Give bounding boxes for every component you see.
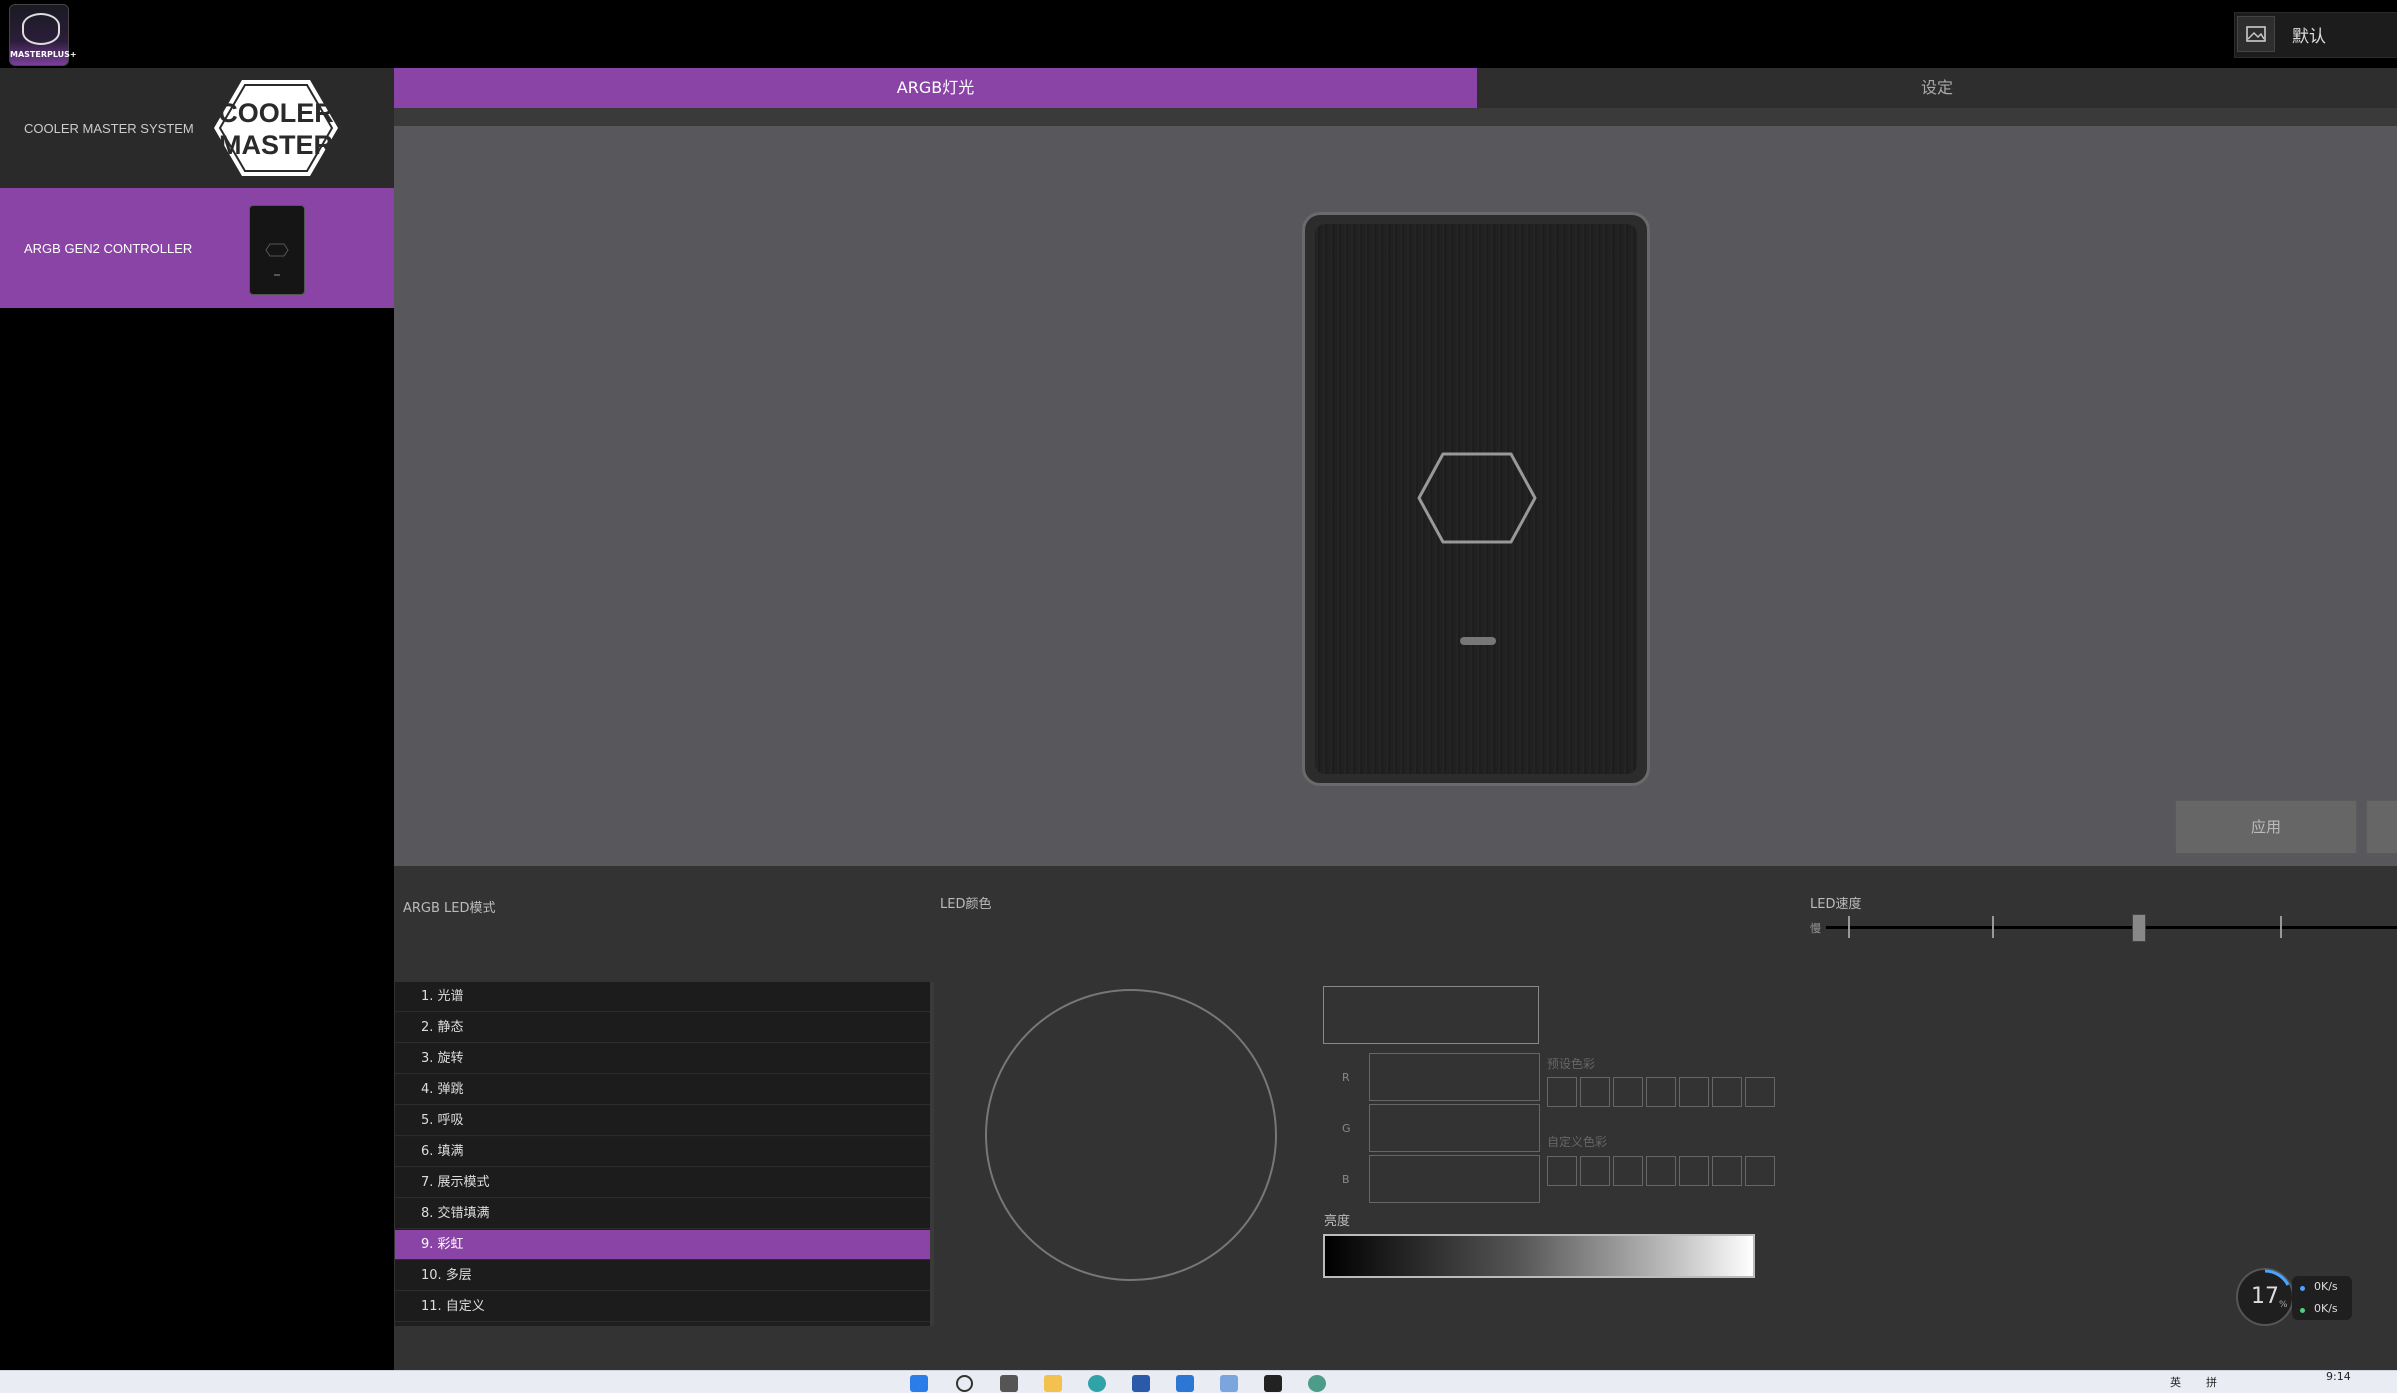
browser-icon[interactable] <box>1308 1375 1326 1392</box>
brightness-label: 亮度 <box>1324 1214 1351 1229</box>
file-explorer-icon[interactable] <box>1044 1375 1062 1392</box>
g-input[interactable] <box>1369 1104 1540 1152</box>
tab-label: 设定 <box>1920 78 1953 97</box>
ime-lang[interactable]: 英 <box>2170 1374 2181 1390</box>
app-icon[interactable] <box>1220 1375 1238 1392</box>
custom-swatch[interactable] <box>1679 1156 1709 1186</box>
tab-divider <box>394 108 2397 126</box>
color-section-title: LED颜色 <box>940 897 992 912</box>
sidebar-item-label: COOLER MASTER SYSTEM <box>24 121 194 136</box>
svg-text:COOLER: COOLER <box>218 98 334 128</box>
custom-swatch[interactable] <box>1745 1156 1775 1186</box>
b-input[interactable] <box>1369 1155 1540 1203</box>
speed-slow-label: 慢 <box>1810 922 1821 935</box>
svg-text:MASTER: MASTER <box>219 130 333 160</box>
mode-item-rainbow[interactable]: 9. 彩虹 <box>395 1230 931 1260</box>
preset-swatch[interactable] <box>1580 1077 1610 1107</box>
mode-item-static[interactable]: 2. 静态 <box>395 1013 931 1043</box>
mode-item-fill[interactable]: 6. 填满 <box>395 1137 931 1167</box>
mode-item-breathing[interactable]: 5. 呼吸 <box>395 1106 931 1136</box>
preset-swatch[interactable] <box>1646 1077 1676 1107</box>
mode-list-scrollbar[interactable] <box>930 982 934 1326</box>
mode-item-multilayer[interactable]: 10. 多层 <box>395 1261 931 1291</box>
color-wheel[interactable] <box>985 989 1277 1281</box>
image-icon[interactable] <box>2237 16 2275 52</box>
speed-slider-thumb[interactable] <box>2132 914 2146 942</box>
preset-swatch[interactable] <box>1679 1077 1709 1107</box>
masterplus-taskbar-icon[interactable] <box>1264 1375 1282 1392</box>
custom-swatch[interactable] <box>1646 1156 1676 1186</box>
apply-button[interactable]: 应用 <box>2175 800 2357 854</box>
taskbar-clock[interactable]: 9:14 <box>2326 1370 2351 1383</box>
mode-item-bounce[interactable]: 4. 弹跳 <box>395 1075 931 1105</box>
g-label: G <box>1342 1122 1351 1135</box>
mode-item-custom[interactable]: 11. 自定义 <box>395 1292 931 1322</box>
ime-mode[interactable]: 拼 <box>2206 1374 2217 1390</box>
custom-swatch[interactable] <box>1580 1156 1610 1186</box>
download-speed: 0K/s <box>2314 1302 2338 1315</box>
custom-swatch[interactable] <box>1712 1156 1742 1186</box>
speed-slider-track[interactable] <box>1826 926 2397 929</box>
mode-item-spectrum[interactable]: 1. 光谱 <box>395 982 931 1012</box>
color-preview-box <box>1323 986 1539 1044</box>
image-glyph-icon <box>2246 26 2266 42</box>
logo-disk-icon <box>22 13 60 45</box>
upload-dot-icon <box>2300 1286 2305 1291</box>
mail-icon[interactable] <box>1176 1375 1194 1392</box>
logo-text: MASTERPLUS+ <box>10 50 77 59</box>
tab-label: ARGB灯光 <box>896 78 975 97</box>
preset-swatch[interactable] <box>1547 1077 1577 1107</box>
r-input[interactable] <box>1369 1053 1540 1101</box>
download-dot-icon <box>2300 1308 2305 1313</box>
mode-item-demo[interactable]: 7. 展示模式 <box>395 1168 931 1198</box>
cpu-usage-value: 17 <box>2251 1284 2279 1309</box>
search-icon[interactable] <box>956 1375 973 1392</box>
mode-item-rotate[interactable]: 3. 旋转 <box>395 1044 931 1074</box>
title-bar <box>0 0 2397 68</box>
b-label: B <box>1342 1173 1350 1186</box>
r-label: R <box>1342 1071 1350 1084</box>
cooler-master-logo: COOLER MASTER <box>214 80 338 176</box>
sidebar-item-label: ARGB GEN2 CONTROLLER <box>24 241 193 256</box>
brightness-slider-thumb[interactable] <box>1749 1236 1753 1276</box>
preset-colors-label: 预设色彩 <box>1547 1057 1596 1071</box>
speed-tick <box>1848 916 1850 938</box>
task-view-icon[interactable] <box>1000 1375 1018 1392</box>
upload-speed: 0K/s <box>2314 1280 2338 1293</box>
speed-tick <box>1992 916 1994 938</box>
controller-thumbnail <box>249 205 305 295</box>
mode-item-interlaced-fill[interactable]: 8. 交错填满 <box>395 1199 931 1229</box>
custom-swatch[interactable] <box>1613 1156 1643 1186</box>
windows-taskbar <box>0 1370 2397 1393</box>
edge-icon[interactable] <box>1088 1375 1106 1392</box>
store-icon[interactable] <box>1132 1375 1150 1392</box>
preset-swatch[interactable] <box>1613 1077 1643 1107</box>
hexagon-logo-icon <box>1417 452 1537 544</box>
speed-tick <box>2280 916 2282 938</box>
preset-swatch[interactable] <box>1745 1077 1775 1107</box>
cpu-usage-unit: % <box>2279 1300 2288 1310</box>
brightness-slider[interactable] <box>1323 1234 1755 1278</box>
custom-colors-label: 自定义色彩 <box>1547 1135 1608 1149</box>
custom-swatch[interactable] <box>1547 1156 1577 1186</box>
preset-swatch[interactable] <box>1712 1077 1742 1107</box>
speed-section-title: LED速度 <box>1810 897 1862 912</box>
secondary-button[interactable] <box>2366 800 2397 854</box>
masterplus-logo[interactable]: MASTERPLUS+ <box>9 4 77 66</box>
profile-label: 默认 <box>2292 27 2326 47</box>
start-icon[interactable] <box>910 1375 928 1392</box>
led-indicator <box>1460 637 1496 645</box>
mode-section-title: ARGB LED模式 <box>403 901 496 916</box>
